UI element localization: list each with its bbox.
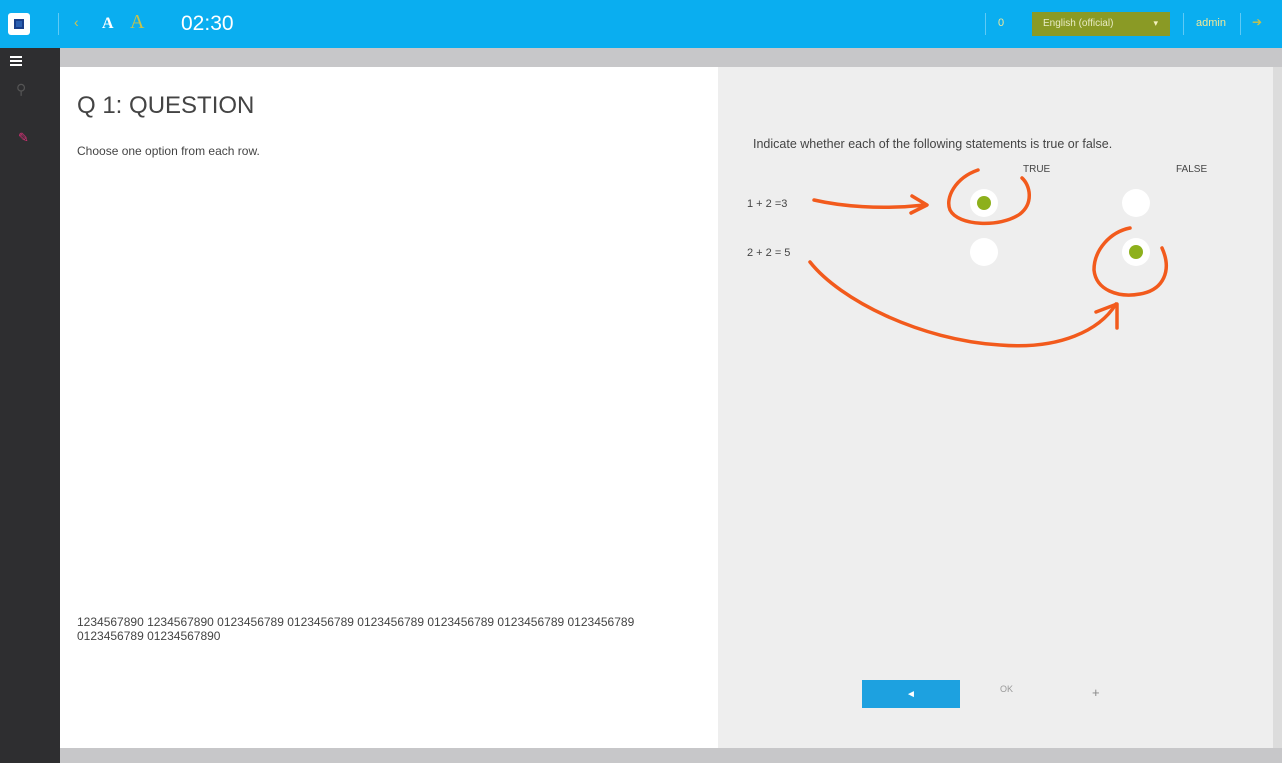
back-arrow-icon[interactable]: ‹	[74, 14, 79, 30]
radio-row1-false[interactable]	[1122, 189, 1150, 217]
column-header-true: TRUE	[1023, 164, 1051, 175]
scrollbar-track[interactable]	[1273, 67, 1282, 748]
menu-icon[interactable]	[10, 56, 22, 68]
radio-row1-true[interactable]	[970, 189, 998, 217]
divider	[1183, 13, 1184, 35]
divider	[985, 13, 986, 35]
ok-button[interactable]: OK	[1000, 684, 1013, 694]
decrease-font-button[interactable]: A	[102, 15, 114, 33]
home-logo-button[interactable]	[8, 13, 30, 35]
sidebar: ⚲ ✎	[0, 48, 60, 763]
radio-row2-false[interactable]	[1122, 238, 1150, 266]
selected-dot	[1129, 245, 1143, 259]
increase-font-button[interactable]: A	[130, 11, 144, 34]
logout-icon[interactable]: ➔	[1252, 15, 1262, 29]
answer-panel: Indicate whether each of the following s…	[718, 67, 1273, 748]
chevron-down-icon: ▾	[1153, 18, 1158, 28]
top-bar: ‹ A A 02:30 0 English (official) ▾ admin…	[0, 0, 1282, 48]
counter-badge: 0	[998, 17, 1005, 29]
language-select[interactable]: English (official) ▾	[1032, 12, 1170, 36]
row-label: 1 + 2 =3	[747, 198, 788, 210]
question-title: Q 1: QUESTION	[77, 92, 255, 119]
selected-dot	[977, 196, 991, 210]
divider	[1240, 13, 1241, 35]
divider	[58, 13, 59, 35]
header-strip	[60, 48, 1282, 67]
previous-button[interactable]: ◄	[862, 680, 960, 708]
logo-icon	[14, 19, 24, 29]
answer-prompt: Indicate whether each of the following s…	[753, 137, 1113, 151]
username[interactable]: admin	[1196, 17, 1226, 29]
question-footer-text: 1234567890 1234567890 0123456789 0123456…	[77, 615, 635, 643]
left-arrow-icon: ◄	[906, 688, 916, 700]
radio-row2-true[interactable]	[970, 238, 998, 266]
question-instruction: Choose one option from each row.	[77, 144, 260, 158]
question-panel: Q 1: QUESTION Choose one option from eac…	[60, 67, 718, 748]
language-select-value: English (official)	[1043, 18, 1114, 29]
pen-icon[interactable]: ✎	[18, 130, 29, 146]
key-icon[interactable]: ⚲	[16, 81, 26, 98]
countdown-timer: 02:30	[181, 12, 234, 35]
next-button[interactable]: +	[1092, 685, 1100, 700]
footer-strip	[60, 748, 1282, 763]
column-header-false: FALSE	[1176, 164, 1208, 175]
row-label: 2 + 2 = 5	[747, 247, 791, 259]
